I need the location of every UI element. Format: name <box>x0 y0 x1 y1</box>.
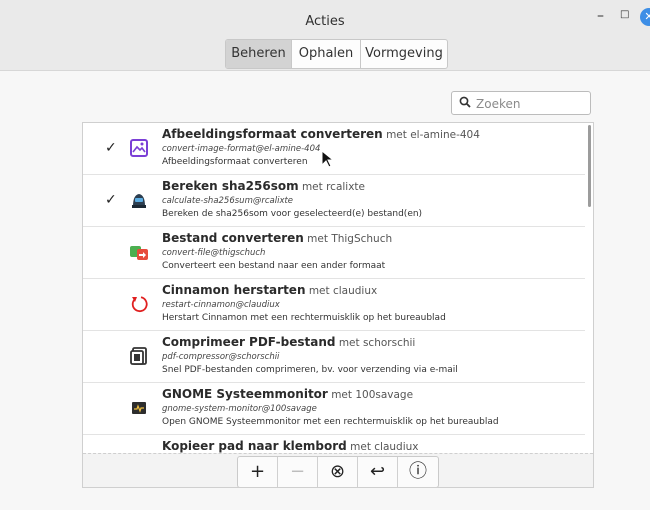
tab-beheren[interactable]: Beheren <box>226 40 292 68</box>
action-uuid: restart-cinnamon@claudiux <box>162 300 280 310</box>
actions-list: ✓ Afbeeldingsformaat converteren met el-… <box>82 122 594 488</box>
titlebar: Acties – □ ✕ Beheren Ophalen Vormgeving <box>0 0 650 71</box>
monitor-icon <box>132 402 146 414</box>
action-name: Comprimeer PDF-bestand met schorschii <box>162 335 416 349</box>
list-item[interactable]: GNOME Systeemmonitor met 100savage gnome… <box>83 383 585 435</box>
action-name: Kopieer pad naar klembord met claudiux <box>162 439 419 453</box>
action-uuid: gnome-system-monitor@100savage <box>162 404 317 414</box>
restart-icon <box>131 296 148 313</box>
tab-vormgeving[interactable]: Vormgeving <box>361 40 447 68</box>
tab-bar: Beheren Ophalen Vormgeving <box>225 39 448 69</box>
action-description: Open GNOME Systeemmonitor met een rechte… <box>162 417 499 427</box>
action-name: GNOME Systeemmonitor met 100savage <box>162 387 414 401</box>
action-name: Cinnamon herstarten met claudiux <box>162 283 378 297</box>
list-item[interactable]: ✓ Bereken sha256som met rcalixte calcula… <box>83 175 585 227</box>
list-item[interactable]: Cinnamon herstarten met claudiux restart… <box>83 279 585 331</box>
image-icon <box>130 139 148 157</box>
action-description: Herstart Cinnamon met een rechtermuiskli… <box>162 313 446 323</box>
search-icon <box>459 96 471 108</box>
action-description: Snel PDF-bestanden comprimeren, bv. voor… <box>162 365 458 375</box>
compress-icon <box>130 347 147 365</box>
action-uuid: convert-file@thigschuch <box>162 248 266 258</box>
mouse-cursor-icon <box>321 150 335 168</box>
action-name: Bestand converteren met ThigSchuch <box>162 231 393 245</box>
list-item[interactable]: Comprimeer PDF-bestand met schorschii pd… <box>83 331 585 383</box>
add-button[interactable]: + <box>238 457 278 487</box>
remove-button[interactable]: − <box>278 457 318 487</box>
action-uuid: calculate-sha256sum@rcalixte <box>162 196 294 206</box>
hacker-icon <box>132 194 146 208</box>
toolbar-area: + − ⊗ ↩ ⓘ <box>83 453 593 487</box>
uninstall-button[interactable]: ⊗ <box>318 457 358 487</box>
enabled-check-icon: ✓ <box>105 192 117 208</box>
enabled-check-icon: ✓ <box>105 140 117 156</box>
search-input[interactable] <box>474 94 588 114</box>
action-toolbar: + − ⊗ ↩ ⓘ <box>237 456 439 487</box>
action-description: Afbeeldingsformaat converteren <box>162 157 308 167</box>
action-name: Afbeeldingsformaat converteren met el-am… <box>162 127 480 141</box>
tab-ophalen[interactable]: Ophalen <box>292 40 361 68</box>
minimize-button[interactable]: – <box>597 8 604 24</box>
actions-window: Acties – □ ✕ Beheren Ophalen Vormgeving … <box>0 0 650 510</box>
action-uuid: pdf-compressor@schorschii <box>162 352 280 362</box>
list-scrollbar[interactable] <box>588 125 591 207</box>
action-description: Bereken de sha256som voor geselecteerd(e… <box>162 209 423 219</box>
restore-button[interactable]: ↩ <box>358 457 398 487</box>
action-name: Bereken sha256som met rcalixte <box>162 179 365 193</box>
info-button[interactable]: ⓘ <box>398 457 438 487</box>
window-title: Acties <box>305 14 345 29</box>
list-item[interactable]: Bestand converteren met ThigSchuch conve… <box>83 227 585 279</box>
maximize-button[interactable]: □ <box>620 9 629 20</box>
convert-icon <box>130 246 148 260</box>
search-box[interactable] <box>451 91 591 115</box>
action-description: Converteert een bestand naar een ander f… <box>162 261 386 271</box>
action-uuid: convert-image-format@el-amine-404 <box>162 144 321 154</box>
